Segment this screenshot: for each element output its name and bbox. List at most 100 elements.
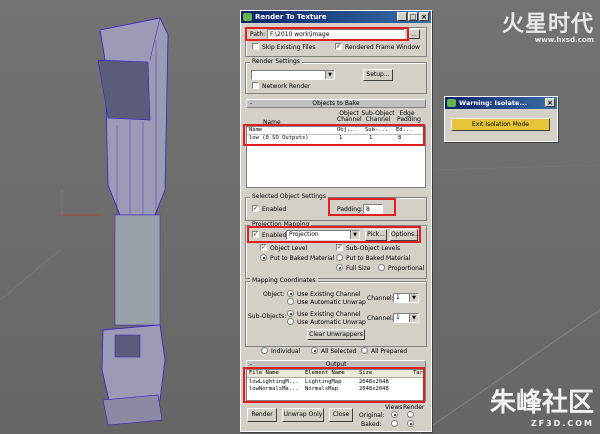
rendered-frame-window-label: Rendered Frame Window (345, 44, 420, 51)
object-level-label: Object Level (270, 245, 308, 252)
output-rollout[interactable]: - Output (246, 360, 426, 369)
watermark-bottom-text: 朱峰社区 (489, 388, 594, 418)
render-button[interactable]: Render (247, 408, 277, 422)
minimize-button[interactable]: _ (397, 12, 407, 21)
projection-enabled-label: Enabled (262, 232, 287, 239)
table-row: File Name Element Name Size Tar (247, 370, 425, 378)
bake-row-name: Name (249, 127, 263, 133)
zf3d-watermark: 朱峰社区 ZF3D.COM (490, 382, 594, 428)
channel-dropdown[interactable]: 1 ▼ (393, 293, 419, 303)
bake-row-sub: 1 (369, 135, 373, 141)
skip-existing-label: Skip Existing Files (262, 44, 316, 51)
close-icon[interactable]: × (419, 12, 429, 21)
chevron-down-icon: ▼ (409, 294, 418, 302)
pick-button[interactable]: Pick... (365, 229, 387, 241)
object-level-checkbox[interactable]: ✓ (260, 244, 267, 251)
full-size-radio[interactable] (336, 264, 343, 271)
dialog-titlebar[interactable]: Render To Texture _ □ × (241, 11, 431, 23)
object-use-existing-label: Use Existing Channel (297, 291, 361, 298)
put-to-baked-material-radio-2[interactable] (336, 254, 343, 261)
output-table[interactable]: File Name Element Name Size Tar lowLight… (246, 369, 426, 401)
out-col-tar: Tar (413, 370, 423, 376)
bake-row-edge: 8 (398, 135, 402, 141)
put-to-baked-material-label-2: Put to Baked Material (346, 255, 411, 262)
options-button[interactable]: Options... (390, 229, 420, 241)
individual-label: Individual (271, 348, 301, 355)
object-auto-unwrap-label: Use Automatic Unwrap (297, 299, 366, 306)
watermark-top-text: 火星时代 (501, 11, 594, 37)
unwrap-only-button[interactable]: Unwrap Only (282, 408, 324, 422)
out-row-size: 2048x2048 (359, 379, 389, 385)
dialog-title: Render To Texture (255, 13, 327, 21)
warning-title: Warning: Isolate... (459, 99, 527, 107)
path-input[interactable]: F:\2010 work\image (267, 29, 405, 39)
out-row-size: 2048x2048 (359, 386, 389, 392)
exit-isolation-mode-button[interactable]: Exit Isolation Mode (451, 118, 550, 131)
subobject-use-existing-radio[interactable] (287, 310, 294, 317)
table-row[interactable]: Name Obj... Sub-... Ed... (247, 127, 425, 135)
clear-unwrappers-button[interactable]: Clear Unwrappers (307, 329, 365, 340)
all-prepared-radio[interactable] (361, 347, 368, 354)
proportional-radio[interactable] (378, 264, 385, 271)
rendered-frame-window-checkbox[interactable]: ✓ (335, 43, 342, 50)
bake-row-name: low (0 SO Outputs) (249, 135, 309, 141)
channel-dropdown-2[interactable]: 1 ▼ (393, 313, 419, 323)
channel-value-2: 1 (396, 314, 400, 321)
hxsd-watermark: 火星时代 www.hxsd.com (502, 6, 594, 44)
render-label: Render (403, 404, 425, 411)
original-views-radio[interactable] (391, 411, 398, 418)
table-row[interactable]: low (0 SO Outputs) 1 1 8 (247, 135, 425, 142)
warning-isolate-dialog: Warning: Isolate... × Exit Isolation Mod… (444, 96, 558, 142)
projection-dropdown[interactable]: Projection ▼ (286, 230, 360, 240)
object-use-existing-radio[interactable] (287, 290, 294, 297)
projection-enabled-checkbox[interactable]: ✓ (252, 231, 259, 238)
close-icon[interactable]: × (545, 98, 555, 107)
chevron-down-icon: ▼ (350, 231, 359, 239)
padding-label: Padding: (337, 206, 363, 213)
objects-to-bake-table[interactable]: Name Obj... Sub-... Ed... low (0 SO Outp… (246, 126, 426, 188)
out-row-file: lowLightingM... (249, 379, 299, 385)
close-button[interactable]: Close (329, 408, 353, 422)
projection-mapping-label: Projection Mapping (250, 221, 312, 228)
chevron-down-icon: ▼ (325, 71, 334, 79)
table-row[interactable]: lowNormalsMa... NormalsMap 2048x2048 (247, 386, 425, 393)
objects-to-bake-rollout[interactable]: - Objects to Bake (246, 99, 426, 108)
network-render-checkbox[interactable] (252, 82, 259, 89)
put-to-baked-material-radio[interactable] (260, 254, 267, 261)
table-row[interactable]: lowLightingM... LightingMap 2048x2048 (247, 379, 425, 386)
full-size-label: Full Size (346, 265, 371, 272)
render-to-texture-dialog: Render To Texture _ □ × Path: F:\2010 wo… (240, 10, 432, 432)
individual-radio[interactable] (261, 347, 268, 354)
render-settings-dropdown[interactable]: ▼ (251, 70, 335, 80)
subobject-levels-checkbox[interactable]: ✓ (336, 244, 343, 251)
baked-render-radio[interactable] (407, 420, 414, 427)
subobject-use-existing-label: Use Existing Channel (297, 311, 361, 318)
network-render-label: Network Render (262, 83, 311, 90)
subobject-auto-unwrap-radio[interactable] (287, 318, 294, 325)
padding-input[interactable]: 8 (363, 204, 383, 214)
subobjects-label: Sub-Objects: (248, 313, 287, 320)
channel-value: 1 (396, 294, 400, 301)
bake-row-obj: Obj... (337, 127, 357, 133)
proportional-label: Proportional (388, 265, 425, 272)
warning-titlebar[interactable]: Warning: Isolate... × (445, 97, 557, 109)
enabled-label: Enabled (262, 206, 287, 213)
skip-existing-checkbox[interactable] (252, 43, 259, 50)
path-browse-button[interactable]: ... (408, 29, 420, 39)
setup-button[interactable]: Setup... (363, 69, 393, 81)
maximize-button[interactable]: □ (408, 12, 418, 21)
col-edge-padding: Edge Padding (397, 110, 421, 123)
put-to-baked-material-label: Put to Baked Material (270, 255, 335, 262)
objects-to-bake-label: Objects to Bake (312, 100, 360, 107)
channel-label: Channel: (367, 295, 394, 302)
bake-row-obj: 1 (339, 135, 343, 141)
enabled-checkbox[interactable]: ✓ (252, 205, 259, 212)
all-selected-label: All Selected (321, 348, 357, 355)
baked-views-radio[interactable] (391, 420, 398, 427)
object-auto-unwrap-radio[interactable] (287, 298, 294, 305)
out-col-file: File Name (249, 370, 279, 376)
original-render-radio[interactable] (407, 411, 414, 418)
all-selected-radio[interactable] (311, 347, 318, 354)
col-name: Name (263, 119, 281, 126)
chevron-down-icon: ▼ (409, 314, 418, 322)
